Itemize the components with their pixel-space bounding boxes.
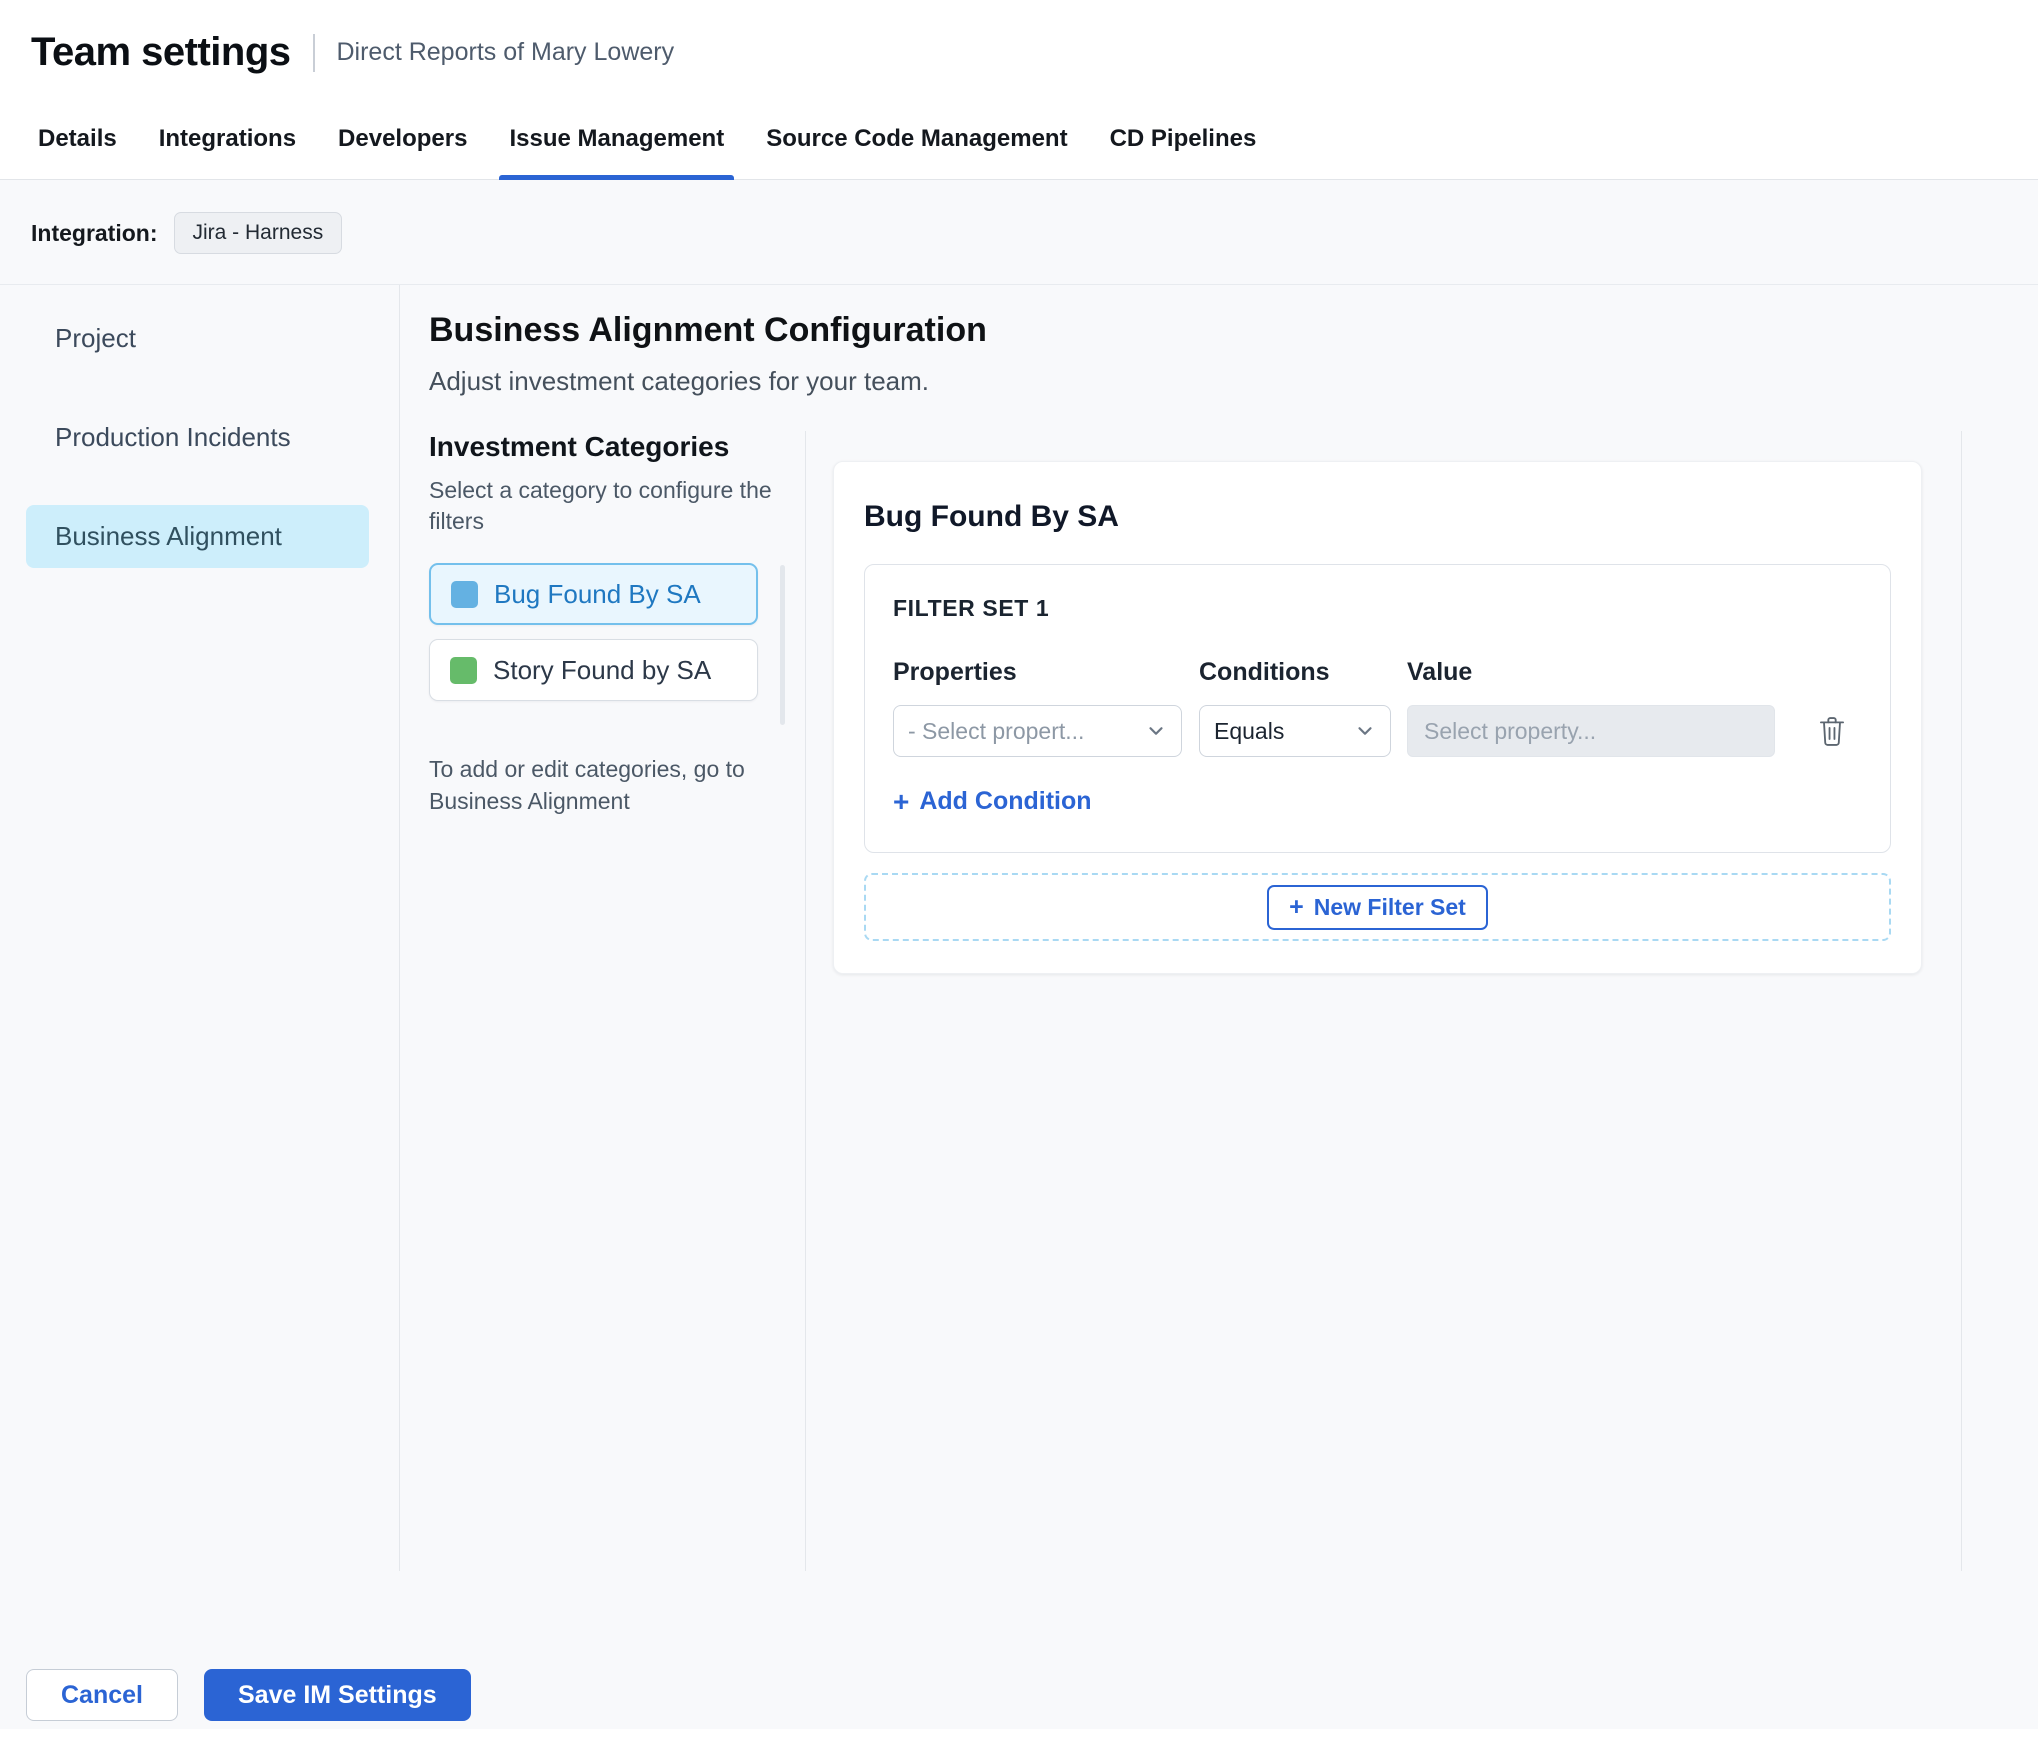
category-color-swatch — [451, 580, 478, 608]
add-condition-label: Add Condition — [919, 787, 1092, 815]
investment-categories-helper: Select a category to configure the filte… — [429, 477, 772, 535]
plus-icon: + — [893, 785, 910, 817]
category-list-scrollbar[interactable] — [780, 565, 785, 726]
category-color-swatch — [450, 656, 477, 684]
settings-subnav: Project Production Incidents Business Al… — [0, 285, 400, 1571]
tab-integrations[interactable]: Integrations — [149, 101, 306, 179]
condition-row: - Select propert... Equals — [893, 705, 1862, 757]
chevron-down-icon — [1149, 727, 1163, 735]
subnav-item-business-alignment[interactable]: Business Alignment — [26, 505, 369, 568]
categories-footnote: To add or edit categories, go to Busines… — [429, 756, 745, 815]
properties-column-label: Properties — [893, 658, 1017, 686]
config-row: Investment Categories Select a category … — [429, 431, 2038, 1571]
bottom-strip — [0, 1729, 2038, 1748]
integration-row: Integration: Jira - Harness — [0, 180, 2038, 285]
filter-set-heading: FILTER SET 1 — [893, 595, 1050, 621]
section-title: Business Alignment Configuration — [429, 311, 987, 349]
page-body: Integration: Jira - Harness Project Prod… — [0, 180, 2038, 1729]
category-config-card: Bug Found By SA FILTER SET 1 Properties … — [833, 461, 1922, 974]
subnav-item-project[interactable]: Project — [26, 307, 369, 370]
trash-icon — [1820, 717, 1844, 746]
new-filter-set-zone: + New Filter Set — [864, 873, 1891, 941]
save-im-settings-button[interactable]: Save IM Settings — [203, 1669, 471, 1721]
category-bug-found-by-sa[interactable]: Bug Found By SA — [429, 563, 758, 626]
delete-condition-button[interactable] — [1817, 715, 1847, 747]
card-title: Bug Found By SA — [864, 500, 1119, 533]
category-label: Bug Found By SA — [494, 578, 701, 609]
value-input[interactable] — [1407, 705, 1775, 757]
property-select-placeholder: - Select propert... — [908, 717, 1085, 744]
chevron-down-icon — [1358, 727, 1372, 735]
new-filter-set-button[interactable]: + New Filter Set — [1267, 884, 1488, 930]
cancel-button[interactable]: Cancel — [26, 1669, 178, 1721]
category-label: Story Found by SA — [493, 654, 712, 685]
section-subtitle: Adjust investment categories for your te… — [429, 366, 930, 396]
category-buttons: Bug Found By SA Story Found by SA — [429, 563, 758, 725]
page-subtitle: Direct Reports of Mary Lowery — [336, 38, 675, 66]
tab-details[interactable]: Details — [28, 101, 127, 179]
integration-label: Integration: — [31, 219, 158, 246]
page-header: Team settings Direct Reports of Mary Low… — [0, 0, 2038, 101]
plus-icon: + — [1289, 892, 1304, 921]
filter-set-1: FILTER SET 1 Properties Conditions Value… — [864, 564, 1891, 853]
condition-select-value: Equals — [1214, 717, 1285, 744]
integration-chip: Jira - Harness — [173, 212, 343, 254]
team-settings-page: Team settings Direct Reports of Mary Low… — [0, 0, 2038, 1748]
category-list: Bug Found By SA Story Found by SA — [429, 563, 785, 726]
tab-developers[interactable]: Developers — [328, 101, 477, 179]
header-divider — [312, 33, 315, 72]
page-title: Team settings — [31, 30, 291, 74]
filter-set-column-labels: Properties Conditions Value — [893, 658, 1862, 687]
page-footer: Cancel Save IM Settings — [0, 1571, 2038, 1729]
condition-select[interactable]: Equals — [1199, 705, 1391, 757]
tab-source-code-management[interactable]: Source Code Management — [756, 101, 1077, 179]
tab-cd-pipelines[interactable]: CD Pipelines — [1100, 101, 1267, 179]
category-story-found-by-sa[interactable]: Story Found by SA — [429, 639, 758, 702]
investment-categories-heading: Investment Categories — [429, 431, 730, 462]
conditions-column-label: Conditions — [1199, 658, 1330, 686]
value-column-label: Value — [1407, 658, 1473, 686]
investment-categories-panel: Investment Categories Select a category … — [429, 431, 806, 1571]
property-select[interactable]: - Select propert... — [893, 705, 1182, 757]
content-row: Project Production Incidents Business Al… — [0, 285, 2038, 1571]
add-condition-button[interactable]: + Add Condition — [893, 787, 1092, 816]
business-alignment-section: Business Alignment Configuration Adjust … — [400, 285, 2038, 1571]
new-filter-set-label: New Filter Set — [1313, 893, 1466, 920]
tab-issue-management[interactable]: Issue Management — [499, 101, 734, 180]
category-config-column: Bug Found By SA FILTER SET 1 Properties … — [806, 431, 1962, 1571]
subnav-item-production-incidents[interactable]: Production Incidents — [26, 406, 369, 469]
settings-tabbar: Details Integrations Developers Issue Ma… — [0, 101, 2038, 180]
